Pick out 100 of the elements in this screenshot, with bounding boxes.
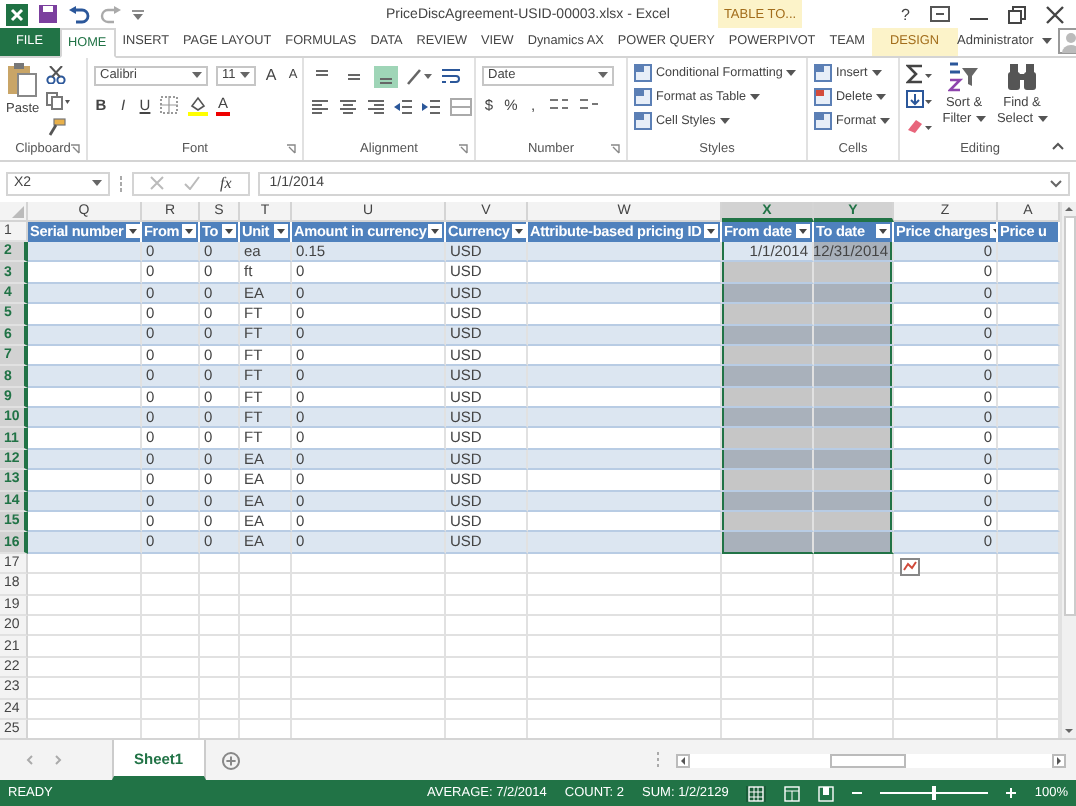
save-icon[interactable] xyxy=(38,4,58,24)
table-cell xyxy=(998,283,1060,305)
binoculars-icon xyxy=(1006,61,1038,92)
filter-dropdown-icon[interactable] xyxy=(274,224,288,239)
merge-cells-icon[interactable] xyxy=(450,97,474,116)
grid-cell xyxy=(142,699,200,720)
autosum-icon[interactable] xyxy=(906,63,932,84)
caret-icon xyxy=(871,69,882,76)
grid-cell xyxy=(446,574,528,596)
fill-icon[interactable] xyxy=(906,89,932,110)
caret-icon xyxy=(92,180,102,187)
grid-cell xyxy=(998,553,1060,575)
vertical-align-icon[interactable] xyxy=(374,65,398,88)
collapse-ribbon-icon[interactable] xyxy=(1052,141,1064,150)
caret-icon xyxy=(598,72,608,79)
fill-color-icon[interactable] xyxy=(188,95,208,116)
borders-icon[interactable] xyxy=(160,96,180,115)
grid-cell xyxy=(200,595,240,616)
grid-cell xyxy=(894,574,998,596)
table-cell xyxy=(28,532,142,554)
format-painter-icon[interactable] xyxy=(45,117,66,136)
align-right-icon[interactable] xyxy=(366,97,386,116)
grid-cell xyxy=(998,616,1060,637)
expand-icon xyxy=(1050,179,1062,188)
ribbon-display-icon[interactable] xyxy=(930,6,950,22)
scroll-left-icon[interactable] xyxy=(676,753,690,768)
grid-cell xyxy=(240,616,292,637)
grid-cell xyxy=(894,616,998,637)
dialog-launcher-icon[interactable] xyxy=(70,143,80,154)
quick-analysis-icon[interactable] xyxy=(900,557,920,576)
grid-cell xyxy=(814,574,894,596)
filter-dropdown-icon[interactable] xyxy=(428,224,443,239)
command-icon xyxy=(814,111,832,130)
vertical-scrollbar[interactable] xyxy=(1060,201,1076,739)
caret-icon xyxy=(876,93,887,100)
restore-icon[interactable] xyxy=(1008,5,1026,23)
increase-decimal-icon[interactable] xyxy=(548,95,570,114)
caret-icon xyxy=(1037,115,1048,122)
filter-dropdown-icon[interactable] xyxy=(222,224,236,239)
grid-cell xyxy=(200,636,240,658)
caret-icon xyxy=(192,72,202,79)
normal-view-icon[interactable] xyxy=(746,785,767,802)
table-cell xyxy=(28,408,142,429)
filter-dropdown-icon[interactable] xyxy=(876,224,890,239)
grid-cell xyxy=(142,636,200,658)
zoom-out-icon[interactable] xyxy=(852,788,863,799)
eraser-icon[interactable] xyxy=(906,115,932,136)
insert-function-button[interactable]: fx xyxy=(220,174,232,193)
filter-dropdown-icon[interactable] xyxy=(125,224,140,239)
help-button[interactable]: ? xyxy=(901,5,910,23)
close-icon[interactable] xyxy=(1046,5,1064,23)
grid-cell xyxy=(200,553,240,575)
caret-icon xyxy=(1041,38,1052,45)
grid-cell xyxy=(814,657,894,679)
table-cell xyxy=(28,304,142,326)
decrease-indent-icon[interactable] xyxy=(394,97,414,116)
align-center-icon[interactable] xyxy=(338,97,358,116)
grid-cell xyxy=(240,636,292,658)
increase-indent-icon[interactable] xyxy=(422,97,442,116)
grid-cell xyxy=(240,657,292,679)
scrollbar-thumb[interactable] xyxy=(830,753,906,768)
undo-icon[interactable] xyxy=(68,5,90,23)
filter-dropdown-icon[interactable] xyxy=(796,224,810,239)
grid-cell xyxy=(894,595,998,616)
scroll-right-icon[interactable] xyxy=(1052,753,1066,768)
decrease-decimal-icon[interactable] xyxy=(578,95,600,114)
align-left-icon[interactable] xyxy=(310,97,330,116)
grid-cell xyxy=(200,678,240,700)
scrollbar-thumb[interactable] xyxy=(1063,215,1075,616)
grid-cell xyxy=(722,595,814,616)
table-cell xyxy=(28,428,142,450)
horizontal-scrollbar[interactable] xyxy=(676,753,1066,768)
zoom-in-icon[interactable] xyxy=(1006,788,1017,799)
table-cell xyxy=(998,262,1060,284)
page-layout-icon[interactable] xyxy=(784,785,801,802)
grid-cell xyxy=(998,574,1060,596)
dialog-launcher-icon[interactable] xyxy=(286,143,296,154)
filter-dropdown-icon[interactable] xyxy=(182,224,196,239)
grid-cell xyxy=(722,616,814,637)
table-cell xyxy=(998,449,1060,471)
grid-cell xyxy=(722,657,814,679)
filter-dropdown-icon[interactable] xyxy=(511,224,526,239)
customize-caret-icon[interactable] xyxy=(132,9,144,19)
page-break-icon[interactable] xyxy=(818,785,835,802)
grow-font-button[interactable]: A xyxy=(264,66,278,85)
dialog-launcher-icon[interactable] xyxy=(458,143,468,154)
table-cell xyxy=(28,512,142,533)
grid-cell xyxy=(240,553,292,575)
filter-dropdown-icon[interactable] xyxy=(704,224,718,239)
grid-cell xyxy=(998,699,1060,720)
command-icon xyxy=(634,111,652,130)
wrap-text-icon[interactable] xyxy=(440,66,462,87)
command-icon xyxy=(634,87,652,106)
orientation-icon[interactable] xyxy=(406,66,432,87)
table-cell xyxy=(998,491,1060,513)
cut-icon[interactable] xyxy=(45,65,66,84)
copy-icon[interactable] xyxy=(45,91,70,110)
add-sheet-icon[interactable] xyxy=(221,751,240,770)
dialog-launcher-icon[interactable] xyxy=(610,143,620,154)
table-cell xyxy=(998,428,1060,450)
